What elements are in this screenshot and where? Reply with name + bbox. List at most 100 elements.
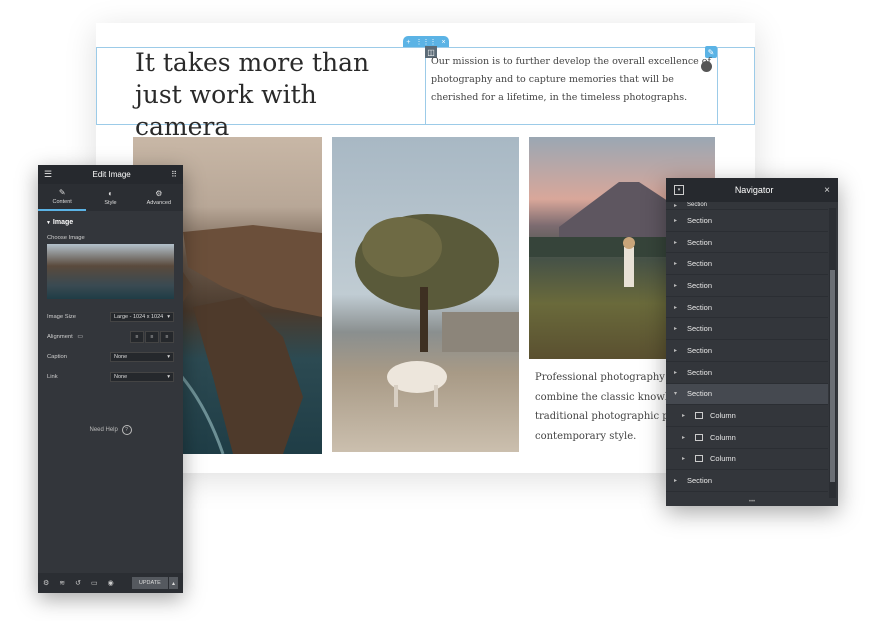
history-icon[interactable]: ↺ <box>75 579 81 587</box>
caret-right-icon: ▸ <box>674 304 678 311</box>
mouse-cursor-icon <box>701 61 712 72</box>
caret-right-icon: ▸ <box>674 282 678 289</box>
navigator-item-column[interactable]: ▸ Column <box>666 449 828 471</box>
chevron-down-icon: ▾ <box>167 314 170 320</box>
update-options-icon[interactable]: ▴ <box>168 577 178 589</box>
caret-right-icon: ▸ <box>674 261 678 268</box>
navigator-item-label: Column <box>710 411 736 421</box>
navigator-item-label: Section <box>687 367 713 377</box>
navigator-item-column[interactable]: ▸ Column <box>666 427 828 449</box>
update-button[interactable]: UPDATE <box>131 577 168 589</box>
caption-label: Caption <box>47 354 67 360</box>
image-size-value: Large - 1024 x 1024 <box>114 314 164 320</box>
navigator-item-section[interactable]: ▸ Section <box>666 470 828 492</box>
caret-right-icon: ▸ <box>674 347 678 354</box>
align-right-icon[interactable]: ≡ <box>160 331 174 343</box>
tab-style-label: Style <box>104 200 117 206</box>
edit-image-panel: ☰ Edit Image ⠿ ✎ Content ◐ Style ⚙ Advan… <box>38 165 183 593</box>
panel-footer: ⚙ ≋ ↺ ▭ ◉ UPDATE ▴ <box>38 573 183 593</box>
navigator-item-label: Section <box>687 280 713 290</box>
half-circle-icon: ◐ <box>108 189 113 198</box>
gear-icon: ⚙ <box>155 189 163 198</box>
need-help-link[interactable]: Need Help ? <box>38 425 183 435</box>
navigator-item-section[interactable]: ▸ Section <box>666 253 828 276</box>
caret-right-icon: ▸ <box>674 478 678 485</box>
caret-right-icon: ▸ <box>682 456 686 463</box>
image-chooser-thumbnail[interactable] <box>47 244 174 299</box>
responsive-icon[interactable]: ▭ <box>91 579 98 587</box>
alignment-label: Alignment <box>47 334 73 340</box>
hamburger-menu-icon[interactable]: ☰ <box>44 169 52 180</box>
caption-value: None <box>114 354 128 360</box>
tab-content-label: Content <box>52 199 72 205</box>
chevron-down-icon: ▾ <box>167 354 170 360</box>
caret-right-icon: ▸ <box>674 369 678 376</box>
align-center-icon[interactable]: ≡ <box>145 331 159 343</box>
navigator-item-section[interactable]: ▸ Section <box>666 362 828 384</box>
close-icon[interactable]: × <box>442 39 446 46</box>
link-select[interactable]: None ▾ <box>110 372 174 382</box>
caret-right-icon: ▸ <box>674 203 678 209</box>
tab-content[interactable]: ✎ Content <box>38 184 87 211</box>
scrollbar-thumb[interactable] <box>830 270 835 482</box>
caption-row: Caption None ▾ <box>38 347 183 367</box>
add-icon[interactable]: + <box>406 39 410 46</box>
close-icon[interactable]: × <box>824 185 830 196</box>
navigator-item-section-active[interactable]: ▾ Section <box>666 383 828 406</box>
navigator-item-label: Section <box>687 237 713 247</box>
tab-advanced[interactable]: ⚙ Advanced <box>135 184 183 211</box>
navigator-item-label: Column <box>710 432 736 442</box>
navigator-list: ▸ Section ▸ Section ▸ Section ▸ Section … <box>666 202 828 492</box>
preview-eye-icon[interactable]: ◉ <box>108 579 114 587</box>
page-canvas: + ⋮⋮⋮ × It takes more than just work wit… <box>96 23 755 473</box>
desktop-icon[interactable]: ▭ <box>77 334 82 340</box>
image-section-toggle[interactable]: ▼ Image <box>38 211 183 230</box>
navigator-item-section[interactable]: ▸ Section <box>666 210 828 232</box>
column-icon <box>695 433 703 441</box>
navigator-item-section[interactable]: ▸ Section <box>666 297 828 319</box>
align-left-icon[interactable]: ≡ <box>130 331 144 343</box>
caret-right-icon: ▸ <box>674 239 678 246</box>
panel-header: ☰ Edit Image ⠿ <box>38 165 183 184</box>
navigator-item-section[interactable]: ▸ Section <box>666 275 828 297</box>
navigator-item-section[interactable]: ▸ Section <box>666 318 828 341</box>
panel-tabs: ✎ Content ◐ Style ⚙ Advanced <box>38 184 183 211</box>
image-size-select[interactable]: Large - 1024 x 1024 ▾ <box>110 312 174 322</box>
collapse-all-icon[interactable]: ▾ <box>674 185 684 195</box>
need-help-label: Need Help <box>89 427 118 433</box>
navigator-title: Navigator <box>734 185 774 195</box>
panel-title: Edit Image <box>92 170 131 179</box>
navigator-scrollbar[interactable] <box>829 208 836 498</box>
tab-style[interactable]: ◐ Style <box>86 184 134 211</box>
tab-advanced-label: Advanced <box>146 200 172 206</box>
alignment-row: Alignment ▭ ≡ ≡ ≡ <box>38 327 183 347</box>
page-heading[interactable]: It takes more than just work with camera <box>135 47 405 143</box>
navigator-item-label: Section <box>687 476 713 486</box>
drag-handle-icon[interactable]: ⋮⋮⋮ <box>416 38 437 46</box>
caret-right-icon: ▸ <box>682 434 686 441</box>
navigator-item-column[interactable]: ▸ Column <box>666 405 828 427</box>
layers-icon[interactable]: ≋ <box>59 579 65 587</box>
settings-icon[interactable]: ⚙ <box>43 579 49 587</box>
column-icon <box>695 412 703 420</box>
navigator-item-section[interactable]: ▸ Section <box>666 202 828 210</box>
grid-apps-icon[interactable]: ⠿ <box>171 170 177 179</box>
resize-handle-icon[interactable]: ••• <box>666 498 838 506</box>
navigator-header: ▾ Navigator × <box>666 178 838 202</box>
alignment-buttons: ≡ ≡ ≡ <box>130 331 174 343</box>
help-circle-icon: ? <box>121 425 132 435</box>
navigator-item-section[interactable]: ▸ Section <box>666 232 828 254</box>
caption-select[interactable]: None ▾ <box>110 352 174 362</box>
caret-down-icon: ▼ <box>46 220 51 226</box>
mission-text[interactable]: Our mission is to further develop the ov… <box>431 53 716 107</box>
navigator-item-label: Section <box>687 324 713 334</box>
navigator-item-label: Section <box>687 215 713 225</box>
caret-right-icon: ▸ <box>674 217 678 224</box>
chevron-down-icon: ▾ <box>167 374 170 380</box>
tree-goat-photo[interactable] <box>332 137 519 452</box>
caret-right-icon: ▸ <box>682 413 686 420</box>
caret-down-icon: ▾ <box>674 391 678 398</box>
navigator-item-label: Column <box>710 454 736 464</box>
choose-image-label: Choose Image <box>47 235 85 241</box>
navigator-item-section[interactable]: ▸ Section <box>666 340 828 362</box>
